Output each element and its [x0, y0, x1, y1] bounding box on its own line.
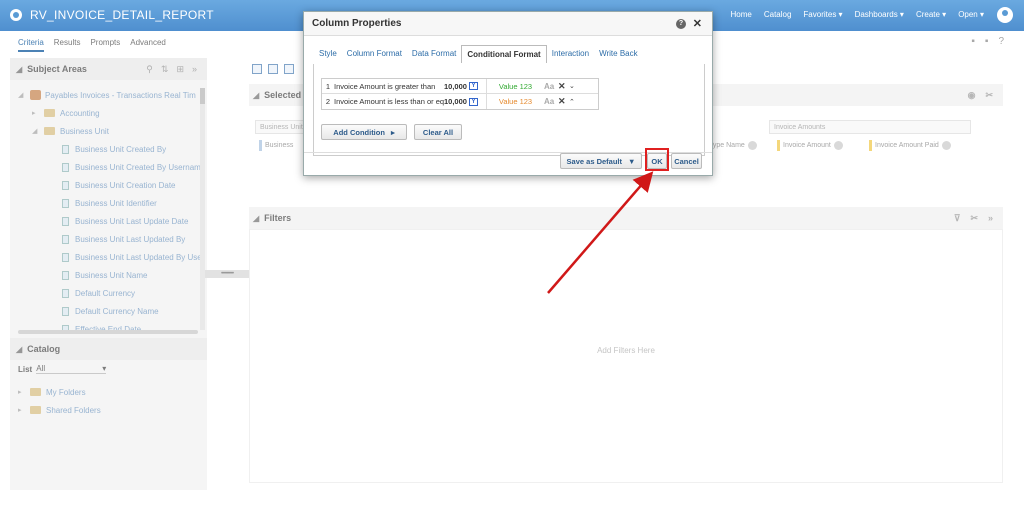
tab-column-format[interactable]: Column Format [342, 45, 407, 63]
nav-favorites[interactable]: Favorites ▾ [803, 10, 842, 19]
edit-format-icon[interactable]: Aa [544, 82, 558, 91]
condition-text[interactable]: Invoice Amount is less than or equa [334, 97, 444, 106]
condition-value-text: 10,000 [444, 81, 467, 91]
tab-data-format[interactable]: Data Format [407, 45, 461, 63]
report-title: RV_INVOICE_DETAIL_REPORT [30, 8, 214, 22]
user-avatar-icon[interactable] [997, 7, 1013, 23]
condition-value[interactable]: 10,000 Y [444, 97, 486, 106]
condition-number: 1 [325, 81, 331, 91]
delete-condition-icon[interactable]: ✕ [558, 96, 569, 107]
nav-dashboards[interactable]: Dashboards ▾ [855, 10, 904, 19]
tab-write-back[interactable]: Write Back [594, 45, 643, 63]
add-condition-button[interactable]: Add Condition ▸ [321, 124, 407, 140]
conditions-table: 1 Invoice Amount is greater than 10,000 Y… [321, 78, 599, 110]
nav-create[interactable]: Create ▾ [916, 10, 946, 19]
delete-condition-icon[interactable]: ✕ [558, 81, 569, 92]
nav-catalog[interactable]: Catalog [764, 10, 792, 19]
format-preview[interactable]: Value 123 [486, 94, 544, 109]
tab-interaction[interactable]: Interaction [547, 45, 594, 63]
chevron-up-icon[interactable]: ⌃ [569, 98, 575, 106]
filter-icon[interactable]: Y [468, 97, 478, 106]
condition-value[interactable]: 10,000 Y [444, 82, 486, 91]
tab-conditional-format[interactable]: Conditional Format [461, 45, 547, 63]
edit-format-icon[interactable]: Aa [544, 97, 558, 106]
nav-home[interactable]: Home [731, 10, 752, 19]
chevron-down-icon: ▼ [628, 156, 636, 166]
condition-text[interactable]: Invoice Amount is greater than [334, 82, 444, 91]
dialog-title: Column Properties [312, 18, 402, 29]
help-icon[interactable]: ? [676, 19, 686, 29]
app-logo-icon [10, 9, 22, 21]
add-condition-label: Add Condition [333, 127, 385, 137]
dialog-title-bar[interactable]: Column Properties ? ✕ [304, 12, 712, 36]
filter-icon[interactable]: Y [468, 82, 478, 90]
chevron-right-icon: ▸ [390, 127, 395, 137]
top-nav: Home Catalog Favorites ▾ Dashboards ▾ Cr… [731, 10, 985, 19]
save-as-default-label: Save as Default [566, 156, 622, 166]
close-icon[interactable]: ✕ [693, 17, 702, 30]
clear-all-button[interactable]: Clear All [414, 124, 462, 140]
dialog-tabs: Style Column Format Data Format Conditio… [314, 45, 643, 63]
save-as-default-button[interactable]: Save as Default ▼ [560, 153, 642, 169]
condition-value-text: 10,000 [444, 97, 467, 106]
cancel-button[interactable]: Cancel [671, 153, 702, 169]
condition-number: 2 [325, 97, 331, 106]
ok-highlight-box [645, 148, 669, 171]
chevron-down-icon[interactable]: ⌄ [569, 82, 575, 90]
conditional-format-panel: 1 Invoice Amount is greater than 10,000 Y… [313, 64, 705, 156]
format-preview[interactable]: Value 123 [486, 78, 544, 94]
tab-style[interactable]: Style [314, 45, 342, 63]
condition-row[interactable]: 2 Invoice Amount is less than or equa 10… [322, 94, 598, 109]
condition-row[interactable]: 1 Invoice Amount is greater than 10,000 Y… [322, 78, 598, 94]
nav-open[interactable]: Open ▾ [958, 10, 984, 19]
